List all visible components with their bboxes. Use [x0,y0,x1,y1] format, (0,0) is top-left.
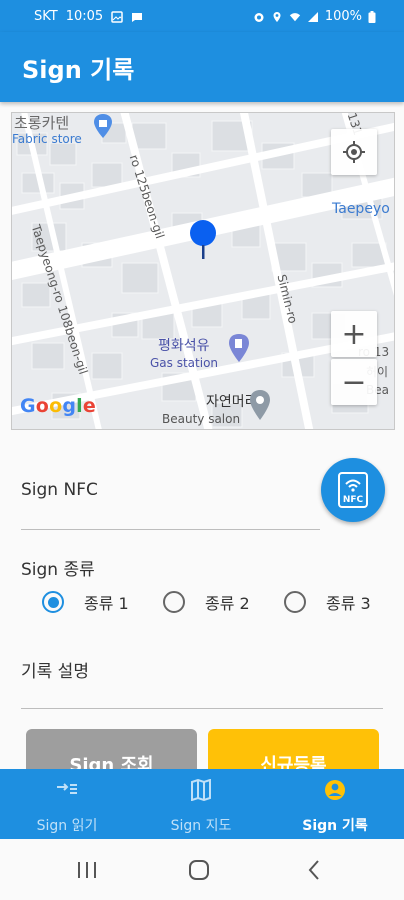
location-icon [273,11,281,22]
nfc-field-label[interactable]: Sign NFC [21,480,98,500]
alarm-icon [254,12,264,22]
nav-item-sign-read[interactable]: Sign 읽기 [0,769,134,839]
carrier-label: SKT [34,9,58,24]
zoom-out-button[interactable]: − [331,359,377,405]
gas-station-name-kr: 평화석유 [158,338,210,354]
description-field-underline [21,708,383,709]
shopping-bag-icon [94,114,112,138]
radio-label-type-1: 종류 1 [84,594,129,613]
system-navigation-bar [0,839,404,900]
radio-circle-checked[interactable] [42,591,64,613]
app-bar: Sign 기록 [0,32,404,102]
sign-type-label: Sign 종류 [21,560,95,580]
nav-label-sign-record: Sign 기록 [302,818,368,834]
nfc-button-text: NFC [343,495,364,505]
my-location-button[interactable] [331,129,377,175]
back-icon[interactable] [306,859,322,881]
map-label-store-en: Fabric store [12,132,82,146]
nfc-field-underline [21,529,320,530]
salon-pin-icon[interactable] [248,389,272,421]
radio-type-3[interactable]: 종류 3 [284,590,371,614]
crosshair-icon [343,141,365,163]
radio-circle[interactable] [284,591,306,613]
radio-circle[interactable] [163,591,185,613]
message-notification-icon [132,12,143,22]
clock-label: 10:05 [65,9,104,24]
gas-station-name-en: Gas station [150,356,219,370]
battery-icon [368,10,376,23]
nfc-icon: NFC [338,472,368,508]
radio-type-2[interactable]: 종류 2 [163,590,250,614]
google-logo: Google [20,395,96,417]
nav-item-sign-record[interactable]: Sign 기록 [268,769,402,839]
nfc-scan-button[interactable]: NFC [321,458,385,522]
location-marker-icon[interactable] [189,219,217,261]
gallery-notification-icon [111,10,123,23]
home-icon[interactable] [188,859,210,881]
recent-apps-icon[interactable] [76,861,98,879]
status-bar: SKT 10:05 100% [0,0,404,32]
battery-percent: 100% [324,9,362,24]
radio-type-1[interactable]: 종류 1 [42,590,129,614]
signal-icon [307,11,318,22]
map-view[interactable]: 초롱카텐 Fabric store ro 125beon-gil Taepyeo… [11,112,395,430]
gas-station-icon[interactable] [227,333,251,363]
map-label-taepyeong: Taepeyo [332,201,390,217]
page-title: Sign 기록 [22,56,135,84]
account-circle-icon [325,780,345,800]
salon-name-en: Beauty salon [162,412,241,426]
nfc-read-icon [57,783,77,794]
nav-item-sign-map[interactable]: Sign 지도 [134,769,268,839]
radio-label-type-2: 종류 2 [205,594,250,613]
sign-type-radio-group: 종류 1 종류 2 종류 3 [0,590,404,620]
nav-label-sign-map: Sign 지도 [170,818,232,834]
map-icon [191,779,211,801]
wifi-icon [289,12,300,21]
zoom-in-button[interactable]: + [331,311,377,357]
radio-label-type-3: 종류 3 [326,594,371,613]
description-field-label[interactable]: 기록 설명 [21,657,89,682]
bottom-navigation: Sign 읽기 Sign 지도 Sign 기록 [0,769,404,839]
map-label-store-kr: 초롱카텐 [14,114,70,132]
nav-label-sign-read: Sign 읽기 [36,818,98,834]
